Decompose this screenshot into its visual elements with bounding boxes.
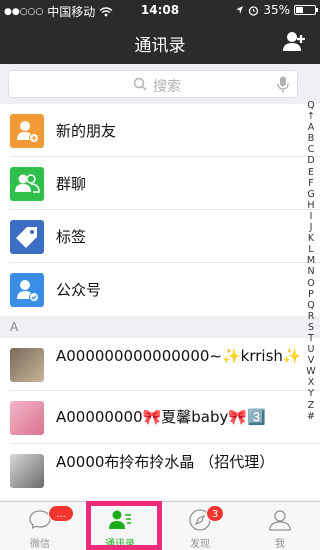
contact-row[interactable]: A0000布拎布拎水晶 （招代理） bbox=[0, 444, 320, 500]
index-letter[interactable]: Y bbox=[305, 388, 317, 399]
highlight-box bbox=[86, 501, 162, 550]
tag-icon bbox=[10, 220, 44, 254]
avatar bbox=[10, 348, 44, 382]
battery-percent: 35% bbox=[263, 3, 290, 17]
index-letter[interactable]: Z bbox=[305, 400, 317, 411]
search-placeholder: 搜索 bbox=[153, 79, 181, 95]
index-letter[interactable]: K bbox=[305, 233, 317, 244]
index-letter[interactable]: Q bbox=[305, 300, 317, 311]
row-label: 新的朋友 bbox=[56, 122, 117, 140]
index-letter[interactable]: D bbox=[305, 155, 317, 166]
index-letter[interactable]: A bbox=[305, 122, 317, 133]
tab-chats[interactable]: ... 微信 bbox=[0, 502, 80, 550]
alphabet-index[interactable]: Q ↑ A B C D E F G H I J K L M N O P Q R S T U V W X Y Z # bbox=[305, 100, 317, 422]
status-bar: ●●○○○ 中国移动 14:08 35% bbox=[0, 0, 320, 20]
battery-icon bbox=[294, 5, 318, 15]
index-letter[interactable]: # bbox=[305, 411, 317, 422]
notification-badge: 3 bbox=[206, 505, 224, 522]
tab-label: 发现 bbox=[190, 539, 210, 550]
contact-name: A000000000000000~✨krrish✨ bbox=[56, 347, 302, 365]
index-letter[interactable]: U bbox=[305, 344, 317, 355]
contact-name: A0000布拎布拎水晶 （招代理） bbox=[56, 453, 275, 471]
new-friends-row[interactable]: 新的朋友 bbox=[0, 104, 320, 157]
index-letter[interactable]: L bbox=[305, 244, 317, 255]
index-letter[interactable]: J bbox=[305, 222, 317, 233]
official-accounts-row[interactable]: 公众号 bbox=[0, 263, 320, 316]
index-letter[interactable]: H bbox=[305, 200, 317, 211]
search-input[interactable]: 搜索 bbox=[8, 70, 298, 98]
group-chats-row[interactable]: 群聊 bbox=[0, 157, 320, 210]
index-letter[interactable]: S bbox=[305, 322, 317, 333]
search-icon bbox=[133, 77, 147, 91]
contact-row[interactable]: A00000000🎀夏馨baby🎀3️⃣ bbox=[0, 391, 320, 444]
row-label: 群聊 bbox=[56, 175, 87, 193]
page-title: 通讯录 bbox=[134, 36, 186, 56]
index-letter[interactable]: F bbox=[305, 178, 317, 189]
contact-row[interactable]: A000000000000000~✨krrish✨ bbox=[0, 338, 320, 391]
index-letter[interactable]: P bbox=[305, 289, 317, 300]
index-letter[interactable]: G bbox=[305, 189, 317, 200]
index-letter[interactable]: V bbox=[305, 355, 317, 366]
group-chat-icon bbox=[10, 167, 44, 201]
contact-list: 新的朋友 群聊 标签 公众号 A A000000000000000~✨krris… bbox=[0, 104, 320, 500]
alarm-icon bbox=[249, 5, 259, 16]
index-letter[interactable]: X bbox=[305, 377, 317, 388]
index-letter[interactable]: T bbox=[305, 333, 317, 344]
avatar bbox=[10, 401, 44, 435]
index-letter[interactable]: N bbox=[305, 266, 317, 277]
new-friend-icon bbox=[10, 114, 44, 148]
index-letter[interactable]: I bbox=[305, 211, 317, 222]
tab-label: 我 bbox=[275, 539, 285, 550]
nav-bar: 通讯录 bbox=[0, 20, 320, 64]
index-letter[interactable]: R bbox=[305, 311, 317, 322]
official-account-icon bbox=[10, 273, 44, 307]
tags-row[interactable]: 标签 bbox=[0, 210, 320, 263]
tab-label: 微信 bbox=[30, 539, 50, 550]
index-search-icon[interactable]: Q bbox=[305, 100, 317, 111]
microphone-icon[interactable] bbox=[277, 76, 289, 93]
tab-me[interactable]: 我 bbox=[240, 502, 320, 550]
row-label: 公众号 bbox=[56, 281, 102, 299]
section-header-a: A bbox=[0, 316, 320, 338]
row-label: 标签 bbox=[56, 228, 87, 246]
index-letter[interactable]: O bbox=[305, 278, 317, 289]
location-icon bbox=[236, 6, 244, 14]
index-letter[interactable]: C bbox=[305, 144, 317, 155]
index-letter[interactable]: ↑ bbox=[305, 111, 317, 122]
index-letter[interactable]: E bbox=[305, 167, 317, 178]
avatar bbox=[10, 454, 44, 488]
contact-name: A00000000🎀夏馨baby🎀3️⃣ bbox=[56, 408, 266, 426]
tab-discover[interactable]: 3 发现 bbox=[160, 502, 240, 550]
add-contact-icon[interactable] bbox=[282, 29, 308, 55]
unread-badge: ... bbox=[48, 505, 74, 522]
index-letter[interactable]: W bbox=[305, 366, 317, 377]
index-letter[interactable]: B bbox=[305, 133, 317, 144]
search-bar: 搜索 bbox=[0, 64, 320, 104]
index-letter[interactable]: M bbox=[305, 255, 317, 266]
person-icon bbox=[269, 510, 291, 531]
